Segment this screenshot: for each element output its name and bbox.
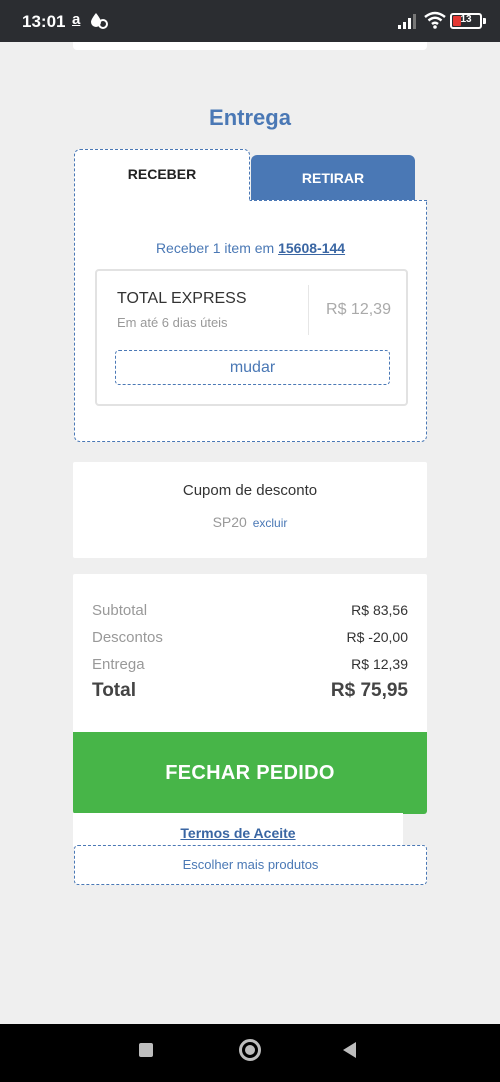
previous-card (73, 42, 427, 50)
order-summary: Subtotal R$ 83,56 Descontos R$ -20,00 En… (73, 574, 427, 734)
section-title: Entrega (209, 105, 291, 130)
status-time: 13:01 (22, 12, 66, 31)
receive-line: Receber 1 item em 15608-144 (75, 240, 426, 256)
coupon-code: SP20 (212, 514, 247, 530)
shipping-row: Entrega R$ 12,39 (92, 656, 408, 673)
coupon-title: Cupom de desconto (182, 482, 318, 499)
drop-icon (91, 13, 108, 29)
coupon-card: Cupom de desconto SP20 excluir (73, 462, 427, 558)
battery-level: 13 (460, 14, 472, 25)
shipping-name: TOTAL EXPRESS (117, 290, 247, 307)
home-icon[interactable] (239, 1039, 261, 1061)
terms-link[interactable]: Termos de Aceite (0, 825, 476, 841)
zip-code-link[interactable]: 15608-144 (278, 240, 345, 256)
navigation-bar (0, 1024, 500, 1082)
checkout-button[interactable]: FECHAR PEDIDO (73, 732, 427, 814)
total-value: R$ 75,95 (330, 680, 408, 701)
discount-row: Descontos R$ -20,00 (92, 629, 408, 646)
subtotal-row: Subtotal R$ 83,56 (92, 602, 408, 619)
discount-value: R$ -20,00 (346, 629, 408, 645)
change-shipping-button[interactable]: mudar (115, 350, 390, 385)
notification-icon: a (72, 11, 81, 28)
signal-icon (398, 14, 416, 29)
recents-icon[interactable] (139, 1043, 153, 1057)
status-bar: 13:01 a 13 (0, 0, 500, 42)
shipping-time: Em até 6 dias úteis (117, 315, 228, 330)
wifi-icon (424, 11, 446, 29)
tab-receber[interactable]: RECEBER (74, 149, 250, 201)
shipping-value: R$ 12,39 (351, 656, 408, 672)
battery-icon: 13 (450, 13, 482, 29)
remove-coupon-link[interactable]: excluir (253, 516, 288, 530)
subtotal-value: R$ 83,56 (351, 602, 408, 618)
shipping-option: TOTAL EXPRESS Em até 6 dias úteis R$ 12,… (95, 269, 408, 406)
delivery-panel: Receber 1 item em 15608-144 TOTAL EXPRES… (74, 200, 427, 442)
coupon-row: SP20 excluir (73, 514, 427, 530)
receive-prefix: Receber 1 item em (155, 240, 279, 256)
shipping-label: Entrega (92, 656, 145, 673)
total-label: Total (92, 680, 136, 701)
subtotal-label: Subtotal (92, 602, 148, 619)
total-row: Total R$ 75,95 (92, 680, 408, 702)
tab-retirar[interactable]: RETIRAR (251, 155, 415, 200)
more-products-button[interactable]: Escolher mais produtos (74, 845, 427, 885)
back-icon[interactable] (343, 1042, 356, 1058)
discount-label: Descontos (92, 629, 163, 646)
shipping-price: R$ 12,39 (326, 301, 391, 318)
